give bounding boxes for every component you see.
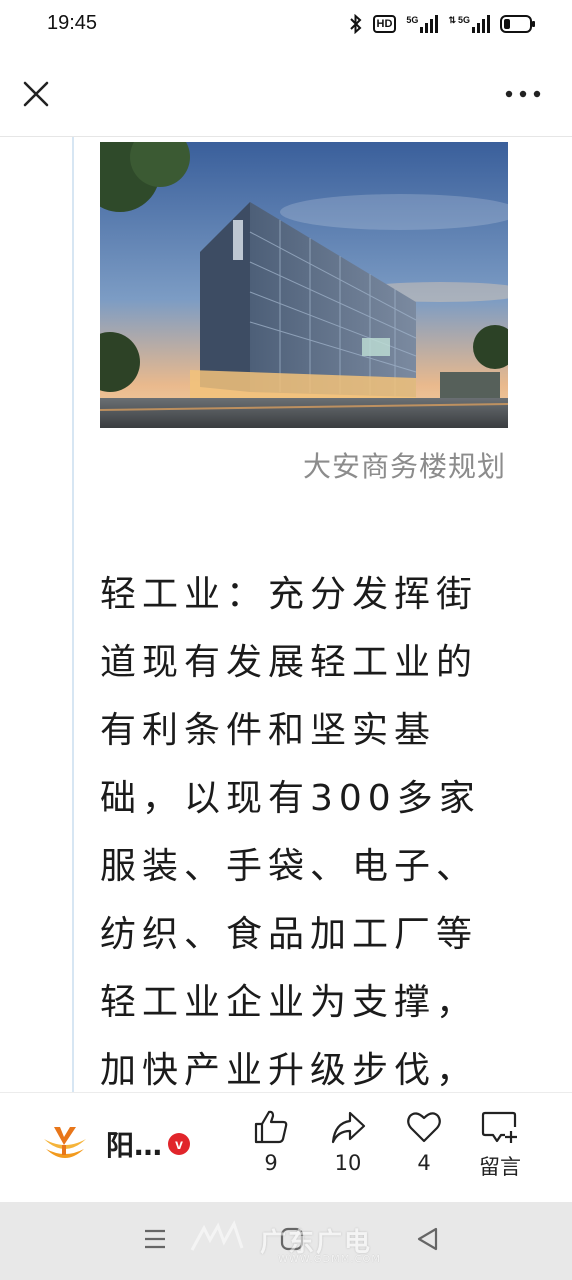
paragraph-line: 道现有发展轻工业的	[100, 642, 479, 683]
like-button[interactable]: 9	[241, 1109, 301, 1175]
account-name: 阳…	[106, 1129, 163, 1162]
page: 19:45 HD 5G ⇅ 5G 大安商务楼规划 轻工业：充分发挥街 道现有发展…	[0, 0, 572, 1280]
watermark-text: 广东广电	[260, 1227, 373, 1258]
thumbs-up-icon	[254, 1110, 288, 1144]
menu-icon	[145, 1229, 165, 1249]
account-logo-icon	[44, 1127, 86, 1158]
status-bar: 19:45 HD 5G ⇅ 5G	[0, 0, 572, 50]
close-icon	[23, 81, 49, 107]
article-photo[interactable]	[100, 142, 508, 428]
paragraph-line: 础，以现有300多家	[100, 778, 481, 819]
signal-5g-icon-2: ⇅ 5G	[448, 15, 490, 33]
paragraph-line: 有利条件和坚实基	[100, 710, 437, 751]
back-button[interactable]	[415, 1226, 441, 1252]
paragraph-line: 纺织、食品加工厂等	[100, 914, 479, 955]
watermark-logo-icon	[190, 1220, 244, 1251]
paragraph-line: 加快产业升级步伐，	[100, 1050, 479, 1091]
account-info[interactable]: 阳… v	[40, 1119, 191, 1169]
action-bar: 阳… v 9 10 4 留言	[0, 1092, 572, 1203]
quote-line	[72, 137, 74, 1092]
more-icon	[505, 90, 541, 98]
more-button[interactable]	[498, 74, 548, 114]
system-nav-bar: 广东广电 WWW.GDMM.COM	[0, 1202, 572, 1280]
share-button[interactable]: 10	[318, 1109, 378, 1175]
favorite-count: 4	[417, 1151, 431, 1175]
paragraph-line: 轻工业：充分发挥街	[100, 574, 479, 615]
comment-button[interactable]: 留言	[470, 1109, 530, 1181]
signal-5g-icon: 5G	[406, 15, 439, 33]
paragraph-line: 轻工业企业为支撑，	[100, 982, 479, 1023]
share-icon	[331, 1111, 366, 1144]
battery-icon	[500, 14, 536, 34]
article-paragraph: 轻工业：充分发挥街 道现有发展轻工业的 有利条件和坚实基 础，以现有300多家 …	[100, 561, 520, 1092]
paragraph-line: 服装、手袋、电子、	[100, 846, 479, 887]
verified-badge: v	[168, 1133, 191, 1155]
top-bar	[0, 50, 572, 137]
watermark-url: WWW.GDMM.COM	[278, 1254, 382, 1265]
comment-label: 留言	[479, 1155, 521, 1179]
image-caption: 大安商务楼规划	[302, 450, 506, 483]
watermark: 广东广电 WWW.GDMM.COM	[190, 1220, 380, 1265]
article-body: 大安商务楼规划 轻工业：充分发挥街 道现有发展轻工业的 有利条件和坚实基 础，以…	[0, 137, 572, 1092]
favorite-button[interactable]: 4	[394, 1109, 454, 1175]
bluetooth-icon	[349, 14, 363, 34]
close-button[interactable]	[16, 74, 56, 114]
status-time: 19:45	[47, 12, 98, 34]
comment-add-icon	[481, 1111, 517, 1143]
hd-icon: HD	[372, 15, 397, 33]
back-triangle-icon	[417, 1227, 438, 1251]
like-count: 9	[264, 1151, 278, 1175]
share-count: 10	[334, 1151, 362, 1175]
menu-button[interactable]	[142, 1226, 168, 1252]
status-icons: HD 5G ⇅ 5G	[349, 14, 536, 34]
heart-icon	[407, 1112, 441, 1143]
